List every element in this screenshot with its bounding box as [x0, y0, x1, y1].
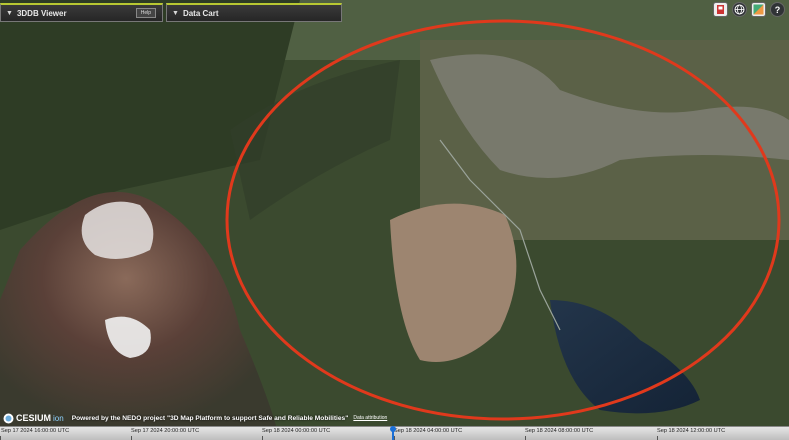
timeline-tick [262, 436, 263, 440]
help-icon[interactable]: ? [770, 2, 785, 17]
timeline[interactable]: Sep 17 2024 16:00:00 UTC Sep 17 2024 20:… [0, 426, 789, 440]
timeline-tick-label: Sep 18 2024 12:00:00 UTC [657, 428, 726, 434]
viewer-panel[interactable]: ▼ 3DDB Viewer Help [0, 3, 163, 22]
data-cart-panel[interactable]: ▼ Data Cart [166, 3, 342, 22]
data-cart-title: Data Cart [182, 8, 219, 18]
geocoder-icon[interactable] [713, 2, 728, 17]
timeline-tick-label: Sep 18 2024 08:00:00 UTC [525, 428, 594, 434]
help-button[interactable]: Help [135, 8, 156, 18]
timeline-tick [394, 436, 395, 440]
cesium-ion-text: ion [53, 413, 64, 423]
timeline-tick-label: Sep 17 2024 16:00:00 UTC [1, 428, 70, 434]
cesium-logo[interactable]: CESIUM ion [3, 413, 64, 424]
timeline-needle-handle[interactable] [390, 426, 396, 432]
timeline-tick [131, 436, 132, 440]
timeline-tick-label: Sep 18 2024 00:00:00 UTC [262, 428, 331, 434]
globe-icon[interactable] [732, 2, 747, 17]
viewer-panel-title: 3DDB Viewer [16, 8, 67, 18]
map-viewport[interactable] [0, 0, 789, 440]
data-attribution-link[interactable]: Data attribution [353, 415, 387, 421]
timeline-tick [0, 436, 1, 440]
credits-bar: CESIUM ion Powered by the NEDO project "… [0, 410, 789, 426]
powered-by-text: Powered by the NEDO project "3D Map Plat… [71, 414, 349, 422]
timeline-tick-label: Sep 17 2024 20:00:00 UTC [131, 428, 200, 434]
timeline-tick-label: Sep 18 2024 04:00:00 UTC [394, 428, 463, 434]
cesium-toolbar: ? [713, 2, 785, 17]
timeline-tick [525, 436, 526, 440]
timeline-tick [657, 436, 658, 440]
cesium-brand-text: CESIUM [16, 413, 52, 423]
expand-triangle-icon[interactable]: ▼ [6, 10, 13, 17]
imagery-layers-icon[interactable] [751, 2, 766, 17]
cesium-logo-icon [3, 413, 14, 423]
expand-triangle-icon[interactable]: ▼ [172, 10, 179, 17]
